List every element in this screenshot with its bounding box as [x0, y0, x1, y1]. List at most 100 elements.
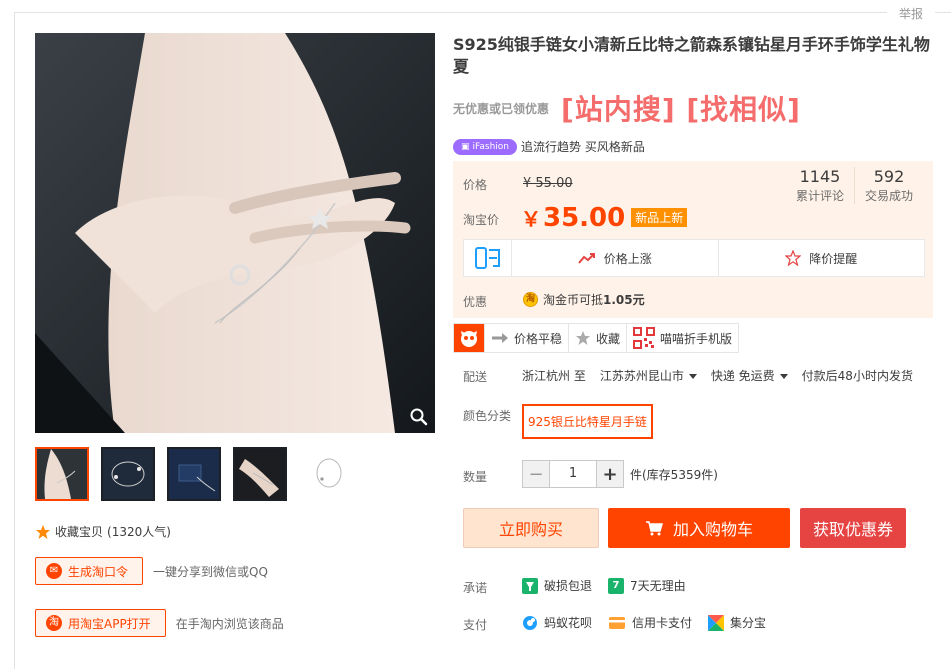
ifashion-text: 追流行趋势 买风格新品: [521, 140, 645, 154]
delivery-destination: 江苏苏州昆山市: [599, 369, 684, 383]
product-title: S925纯银手链女小清新丘比特之箭森系镶钻星月手环手饰学生礼物夏: [453, 35, 930, 76]
popularity-count: (1320人气): [107, 525, 171, 539]
taobao-price: ￥ 35.00 新品上新: [521, 203, 688, 233]
quantity-label: 数量: [463, 470, 488, 484]
price-alert-label: 降价提醒: [809, 251, 858, 266]
delivery-from: 浙江杭州 至: [522, 369, 586, 383]
payment-item-label: 信用卡支付: [632, 616, 693, 630]
share-row: ✉ 生成淘口令 一键分享到微信或QQ: [35, 557, 268, 585]
open-app-button[interactable]: 淘 用淘宝APP打开: [35, 609, 166, 637]
decrease-button[interactable]: −: [522, 460, 550, 488]
star-outline-icon: [785, 250, 802, 266]
price-tools-bar: 价格平稳 收藏 喵喵折手机版: [453, 323, 740, 353]
favorite-item[interactable]: 收藏宝贝 (1320人气): [35, 523, 171, 540]
mobile-version-label: 喵喵折手机版: [660, 331, 733, 346]
app-row: 淘 用淘宝APP打开 在手淘内浏览该商品: [35, 609, 284, 637]
cat-logo-icon: [454, 324, 484, 352]
open-app-description: 在手淘内浏览该商品: [175, 616, 284, 631]
price-amount: 35.00: [543, 203, 626, 233]
thumbnail-strip: [35, 447, 353, 501]
cart-icon: [645, 521, 663, 536]
price-alert-button[interactable]: 降价提醒: [717, 240, 925, 276]
promise-item-label: 7天无理由: [630, 579, 686, 593]
stats: 1145 累计评论 592 交易成功: [786, 167, 923, 204]
trend-up-icon: [577, 253, 595, 264]
quantity-stepper: − 1 + 件(库存5359件): [522, 460, 718, 488]
damage-return-icon: [522, 577, 538, 594]
star-gray-icon: [576, 331, 591, 345]
reviews-count: 1145: [799, 167, 841, 186]
sales-stat: 592 交易成功: [853, 167, 923, 204]
generate-code-label: 生成淘口令: [68, 564, 129, 579]
payment-item[interactable]: 集分宝: [708, 614, 766, 631]
tool-cat-logo: [454, 324, 484, 352]
taobao-app-icon: 淘: [46, 615, 62, 631]
mobile-version-button[interactable]: 喵喵折手机版: [626, 324, 739, 352]
promise-item-label: 破损包退: [544, 579, 593, 593]
payment-item[interactable]: 蚂蚁花呗: [522, 614, 592, 631]
search-similar-links[interactable]: [站内搜] [找相似]: [561, 88, 801, 128]
promise-item[interactable]: 破损包退: [522, 577, 592, 594]
main-product-image[interactable]: [35, 33, 435, 433]
currency-symbol: ￥: [521, 207, 541, 231]
collect-label: 收藏: [596, 331, 621, 346]
thumbnail-3[interactable]: [167, 447, 221, 501]
price-trend-button[interactable]: 价格上涨: [512, 240, 718, 276]
color-option-selected[interactable]: 925银丘比特星月手链: [522, 404, 653, 439]
taobao-price-label: 淘宝价: [463, 213, 500, 227]
share-description: 一键分享到微信或QQ: [153, 564, 268, 579]
price-stable-button[interactable]: 价格平稳: [484, 324, 569, 352]
thumbnail-4[interactable]: [233, 447, 287, 501]
quantity-input[interactable]: 1: [550, 460, 596, 488]
discount-label: 优惠: [463, 295, 488, 309]
price-label: 价格: [463, 178, 488, 192]
reviews-stat[interactable]: 1145 累计评论: [786, 167, 854, 204]
payment-label: 支付: [463, 618, 488, 632]
ifashion-row[interactable]: ▣ iFashion 追流行趋势 买风格新品: [453, 138, 645, 155]
thumbnail-2[interactable]: [101, 447, 155, 501]
coin-amount: 1.05元: [603, 293, 645, 307]
add-to-cart-button[interactable]: 加入购物车: [608, 508, 790, 548]
credit-card-icon: [609, 616, 626, 629]
chat-icon: ✉: [46, 563, 62, 579]
increase-button[interactable]: +: [596, 460, 624, 488]
delivery-method-select[interactable]: 快递 免运费: [711, 367, 788, 384]
report-link[interactable]: 举报: [886, 5, 935, 22]
jifenbao-icon: [708, 614, 725, 631]
delivery-label: 配送: [463, 370, 488, 384]
thumbnail-5[interactable]: [299, 447, 353, 501]
payment-list: 蚂蚁花呗 信用卡支付 集分宝: [522, 614, 766, 631]
promise-item[interactable]: 7 7天无理由: [608, 577, 686, 594]
delivery-destination-select[interactable]: 江苏苏州昆山市: [600, 367, 697, 384]
promo-row: 无优惠或已领优惠 [站内搜] [找相似]: [453, 88, 801, 128]
qr-code-icon: [633, 327, 656, 349]
huabei-icon: [523, 615, 537, 630]
price-trend-label: 价格上涨: [603, 251, 652, 266]
thumbnail-1[interactable]: [35, 447, 89, 501]
chevron-down-icon: [688, 374, 697, 379]
bracelet-photo: [35, 33, 435, 433]
ifashion-icon: ▣: [461, 141, 470, 152]
new-arrival-tag: 新品上新: [631, 208, 688, 227]
zoom-icon[interactable]: [409, 407, 429, 427]
add-to-cart-label: 加入购物车: [672, 520, 753, 539]
no-promo-text: 无优惠或已领优惠: [453, 101, 550, 116]
get-coupon-button[interactable]: 获取优惠券: [800, 508, 906, 548]
ifashion-badge: ▣ iFashion: [453, 138, 517, 155]
generate-code-button[interactable]: ✉ 生成淘口令: [35, 557, 144, 585]
payment-item-label: 蚂蚁花呗: [544, 616, 593, 630]
promise-list: 破损包退 7 7天无理由: [522, 577, 686, 594]
promise-label: 承诺: [463, 581, 488, 595]
payment-item[interactable]: 信用卡支付: [608, 614, 692, 631]
stock-info: 件(库存5359件): [630, 467, 718, 482]
price-box: 价格 ¥ 55.00 1145 累计评论 592 交易成功 淘宝价 ￥ 35.0…: [453, 161, 933, 318]
collect-button[interactable]: 收藏: [568, 324, 627, 352]
delivery-method: 快递 免运费: [710, 369, 775, 383]
original-price: ¥ 55.00: [523, 176, 573, 191]
gou-logo-icon: [464, 240, 512, 276]
taojinbi-coin-icon: 淘: [523, 292, 538, 307]
color-label: 颜色分类: [463, 409, 512, 423]
star-icon: [36, 524, 50, 539]
buy-now-button[interactable]: 立即购买: [463, 508, 599, 548]
ship-time: 付款后48小时内发货: [801, 369, 913, 383]
